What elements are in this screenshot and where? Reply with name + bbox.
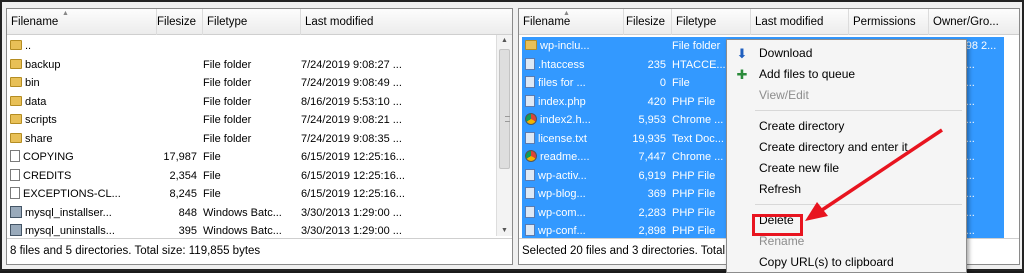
arrow-head — [805, 202, 828, 221]
annotation-arrow — [805, 128, 943, 221]
filezilla-window: Filename ▲ Filesize Filetype Last modifi… — [0, 0, 1024, 273]
arrow-shaft — [821, 128, 943, 212]
